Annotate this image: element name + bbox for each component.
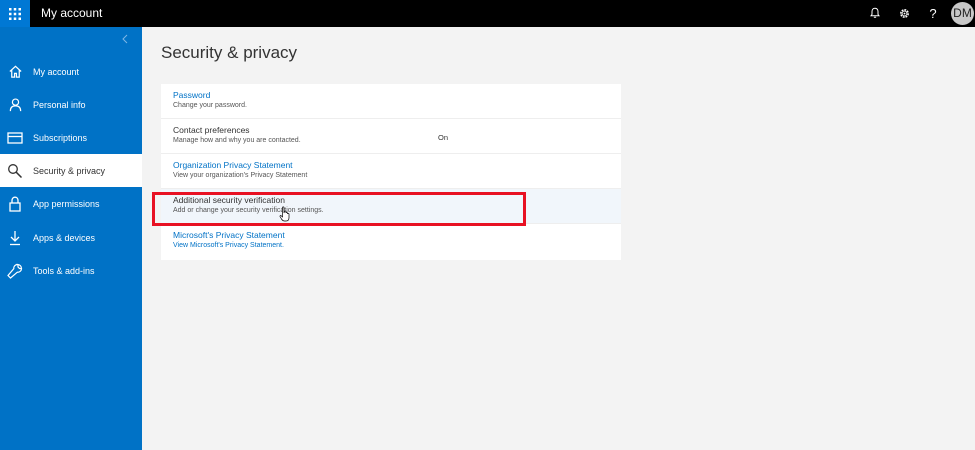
sidebar-item-apps-devices[interactable]: Apps & devices (0, 221, 142, 254)
sidebar-item-my-account[interactable]: My account (0, 55, 142, 88)
download-icon (6, 229, 24, 247)
sidebar: My account Personal info Subscriptions S… (0, 27, 142, 450)
home-icon (6, 63, 24, 81)
card-icon (6, 129, 24, 147)
list-item-microsoft-privacy[interactable]: Microsoft's Privacy Statement View Micro… (161, 224, 621, 259)
sidebar-item-label: Security & privacy (33, 165, 106, 176)
contact-preferences-status: On (438, 133, 449, 142)
microsoft-privacy-link[interactable]: Microsoft's Privacy Statement (173, 230, 285, 240)
wrench-icon (6, 262, 24, 280)
top-bar: My account ? DM (0, 0, 975, 27)
help-icon: ? (929, 5, 937, 21)
sidebar-item-label: Tools & add-ins (33, 265, 95, 276)
row-description: Manage how and why you are contacted. (173, 137, 301, 144)
sidebar-item-label: Apps & devices (33, 232, 96, 243)
sidebar-item-label: Personal info (33, 99, 86, 110)
password-link[interactable]: Password (173, 90, 210, 100)
sidebar-item-label: Subscriptions (33, 132, 88, 143)
app-title[interactable]: My account (41, 0, 102, 26)
avatar[interactable]: DM (951, 2, 974, 25)
help-button[interactable]: ? (924, 4, 942, 22)
bell-icon (870, 7, 880, 18)
sidebar-item-label: My account (33, 66, 80, 77)
search-icon (6, 162, 24, 180)
row-description: View your organization's Privacy Stateme… (173, 172, 308, 179)
notifications-button[interactable] (866, 4, 884, 22)
list-item-organization-privacy[interactable]: Organization Privacy Statement View your… (161, 154, 621, 189)
waffle-icon (9, 7, 21, 20)
organization-privacy-link[interactable]: Organization Privacy Statement (173, 160, 293, 170)
chevron-left-icon (122, 34, 128, 44)
row-description: Change your password. (173, 102, 247, 109)
app-launcher-button[interactable] (0, 0, 30, 27)
collapse-sidebar-button[interactable] (120, 33, 130, 45)
list-item-password[interactable]: Password Change your password. (161, 84, 621, 119)
sidebar-item-security-privacy[interactable]: Security & privacy (0, 154, 142, 187)
sidebar-item-personal-info[interactable]: Personal info (0, 88, 142, 121)
person-icon (6, 96, 24, 114)
hand-cursor-icon (279, 206, 290, 222)
sidebar-item-app-permissions[interactable]: App permissions (0, 187, 142, 220)
highlight-box (152, 192, 526, 226)
list-item-contact-preferences[interactable]: Contact preferences Manage how and why y… (161, 119, 621, 154)
gear-icon (899, 8, 909, 18)
settings-list: Password Change your password. Contact p… (161, 84, 621, 260)
sidebar-item-label: App permissions (33, 198, 100, 209)
row-description: View Microsoft's Privacy Statement. (173, 242, 284, 249)
row-title: Contact preferences (173, 125, 250, 135)
page-title: Security & privacy (161, 43, 298, 62)
settings-button[interactable] (895, 4, 913, 22)
sidebar-item-tools-addins[interactable]: Tools & add-ins (0, 254, 142, 287)
sidebar-item-subscriptions[interactable]: Subscriptions (0, 121, 142, 154)
lock-icon (6, 195, 24, 213)
